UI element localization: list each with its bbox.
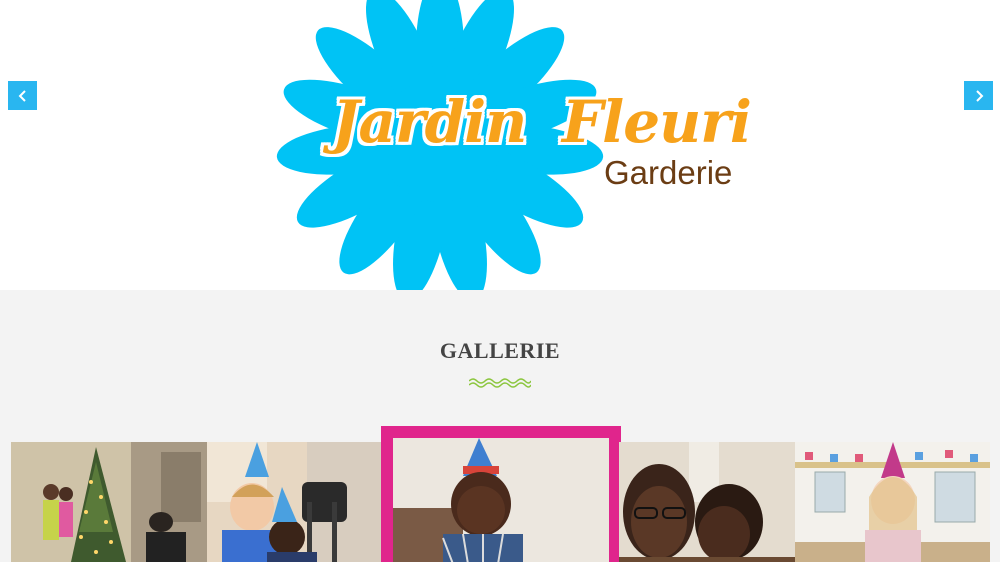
gallery-photo[interactable] [619, 442, 795, 562]
hero-slider: Jardin Fleuri Garderie [0, 0, 1000, 290]
photo-children-hugging [619, 442, 795, 562]
gallery-photo-featured[interactable] [381, 426, 621, 562]
chevron-left-icon [18, 89, 26, 102]
logo-title-word-2: Fleuri [562, 88, 752, 156]
logo: Jardin Fleuri Garderie [240, 0, 760, 290]
photo-girl-party-hat-classroom [795, 442, 990, 562]
logo-subtitle: Garderie [604, 154, 733, 191]
photo-boy-party-hat [393, 438, 609, 562]
slider-prev-button[interactable] [8, 81, 37, 110]
photo-children-christmas-tree [11, 442, 207, 562]
slider-next-button[interactable] [964, 81, 993, 110]
gallery-section: GALLERIE [0, 290, 1000, 562]
gallery-photo[interactable] [207, 442, 383, 562]
chevron-right-icon [975, 89, 983, 102]
gallery-photo[interactable] [795, 442, 990, 562]
logo-title-word-1: Jardin [332, 88, 527, 156]
wavy-divider-icon [469, 378, 531, 388]
gallery-heading: GALLERIE [439, 338, 561, 363]
gallery-photo[interactable] [11, 442, 207, 562]
photo-children-party-hats [207, 442, 383, 562]
